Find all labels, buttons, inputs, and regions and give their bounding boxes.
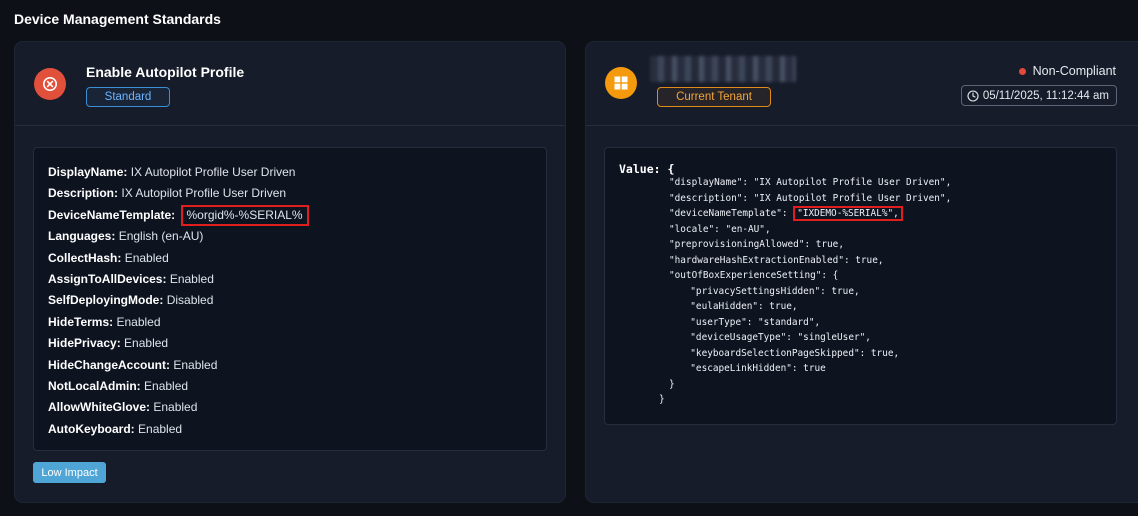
x-circle-icon [34,68,66,100]
code-line: "keyboardSelectionPageSkipped": true, [669,346,951,362]
tenant-card-header: Current Tenant Non-Compliant 05/11/2025,… [586,42,1138,126]
code-line: "displayName": "IX Autopilot Profile Use… [669,175,951,191]
code-text: "preprovisioningAllowed": true, [669,239,844,250]
code-value-highlighted: "IXDEMO-%SERIAL%", [793,206,903,221]
tenant-value-panel: Value: { "displayName": "IX Autopilot Pr… [604,147,1117,425]
setting-row: DisplayName: IX Autopilot Profile User D… [48,162,532,183]
value-label: Value: { [619,162,675,176]
setting-value: Enabled [173,357,218,372]
compliance-status-label: Non-Compliant [1032,64,1116,78]
setting-key: AssignToAllDevices: [48,271,167,286]
windows-logo-icon [605,67,637,99]
setting-value: Disabled [166,293,214,308]
setting-key: HidePrivacy: [48,336,121,351]
timestamp-text: 05/11/2025, 11:12:44 am [982,89,1109,102]
setting-key: Languages: [48,229,116,244]
current-tenant-badge: Current Tenant [657,87,771,107]
code-line: "outOfBoxExperienceSetting": { [669,268,951,284]
setting-key: SelfDeployingMode: [48,293,164,308]
code-line: "locale": "en-AU", [669,222,951,238]
setting-value: Enabled [138,421,183,436]
setting-row: AssignToAllDevices: Enabled [48,269,532,290]
setting-value: Enabled [124,336,169,351]
code-text: "locale": "en-AU", [669,223,771,235]
code-key: "deviceNameTemplate": [669,208,794,219]
clock-icon [967,89,979,102]
tenant-name-redacted [650,56,796,82]
standard-card-header: Enable Autopilot Profile Standard [15,42,565,126]
setting-key: CollectHash: [48,250,122,265]
code-line: } [659,392,951,408]
setting-value: Enabled [116,314,161,329]
tenant-value-code: "displayName": "IX Autopilot Profile Use… [659,175,951,408]
setting-row: Description: IX Autopilot Profile User D… [48,183,532,204]
code-line: "deviceUsageType": "singleUser", [669,330,951,346]
setting-row: HidePrivacy: Enabled [48,333,532,354]
code-text: "userType": "standard", [679,316,821,328]
setting-key: HideChangeAccount: [48,357,171,372]
setting-value: Enabled [153,400,198,415]
setting-value: Enabled [169,271,214,286]
page-title: Device Management Standards [14,11,221,27]
tenant-card: Current Tenant Non-Compliant 05/11/2025,… [585,41,1138,503]
code-text: "privacySettingsHidden": true, [679,285,860,297]
setting-value: Enabled [124,250,169,265]
setting-key: DisplayName: [48,165,128,179]
setting-row: NotLocalAdmin: Enabled [48,376,532,397]
code-line: "privacySettingsHidden": true, [669,284,951,300]
setting-row: HideChangeAccount: Enabled [48,355,532,376]
code-text: "deviceUsageType": "singleUser", [679,332,871,343]
setting-row: AllowWhiteGlove: Enabled [48,397,532,418]
code-text: "hardwareHashExtractionEnabled": true, [669,254,884,266]
code-line: "userType": "standard", [669,315,951,331]
code-text: "escapeLinkHidden": true [679,363,826,374]
compliance-status: Non-Compliant [1018,64,1116,78]
standard-badge: Standard [86,87,170,107]
code-line: } [669,377,951,393]
standard-card: Enable Autopilot Profile Standard Displa… [14,41,566,503]
setting-row: CollectHash: Enabled [48,248,532,269]
setting-value: English (en-AU) [118,229,204,244]
code-line: "hardwareHashExtractionEnabled": true, [669,253,951,269]
code-line: "preprovisioningAllowed": true, [669,237,951,253]
status-dot-icon [1018,67,1026,75]
setting-value-highlighted: %orgid%-%SERIAL% [180,204,309,226]
last-checked-timestamp: 05/11/2025, 11:12:44 am [960,85,1117,106]
setting-value: Enabled [144,378,189,393]
code-text: "eulaHidden": true, [679,301,798,312]
code-text: "displayName": "IX Autopilot Profile Use… [669,177,952,188]
setting-row: DeviceNameTemplate: %orgid%-%SERIAL% [48,204,532,226]
setting-key: NotLocalAdmin: [48,378,141,393]
code-line: "description": "IX Autopilot Profile Use… [669,191,951,207]
impact-badge: Low Impact [33,462,106,483]
code-text: "description": "IX Autopilot Profile Use… [669,192,952,204]
code-line: "deviceNameTemplate": "IXDEMO-%SERIAL%", [669,206,951,222]
setting-value: IX Autopilot Profile User Driven [130,165,296,179]
setting-row: HideTerms: Enabled [48,312,532,333]
code-text: "keyboardSelectionPageSkipped": true, [679,347,900,359]
code-line: "escapeLinkHidden": true [669,361,951,377]
code-text: } [659,394,665,405]
code-text: "outOfBoxExperienceSetting": { [669,270,839,281]
standard-settings-panel: DisplayName: IX Autopilot Profile User D… [33,147,547,451]
setting-row: Languages: English (en-AU) [48,226,532,247]
setting-key: HideTerms: [48,314,114,329]
setting-row: AutoKeyboard: Enabled [48,419,532,440]
setting-key: Description: [48,186,119,201]
standard-title: Enable Autopilot Profile [86,64,245,80]
code-line: "eulaHidden": true, [669,299,951,315]
code-text: } [669,378,675,390]
setting-key: AutoKeyboard: [48,421,135,436]
setting-key: AllowWhiteGlove: [48,400,150,415]
setting-value: IX Autopilot Profile User Driven [121,186,287,201]
setting-key: DeviceNameTemplate: [48,207,176,222]
setting-row: SelfDeployingMode: Disabled [48,290,532,311]
